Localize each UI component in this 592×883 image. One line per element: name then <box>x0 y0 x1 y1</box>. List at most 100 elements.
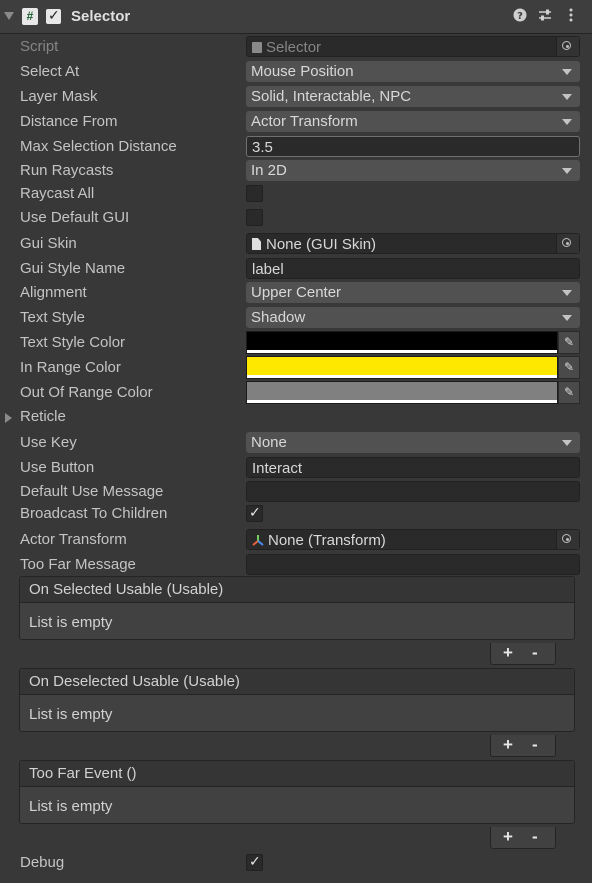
debug-label: Debug <box>20 854 65 871</box>
actor-transform-label: Actor Transform <box>20 531 127 548</box>
list-add-remove: + - <box>490 827 556 849</box>
list-add-remove: + - <box>490 643 556 665</box>
in-range-color-label: In Range Color <box>20 359 121 376</box>
select-at-value: Mouse Position <box>251 63 354 80</box>
dropdown-arrow-icon <box>562 94 572 100</box>
svg-text:?: ? <box>517 11 523 22</box>
max-selection-distance-row: Max Selection Distance 3.5 <box>0 135 592 159</box>
object-picker-icon[interactable] <box>556 234 579 253</box>
max-selection-distance-input[interactable]: 3.5 <box>246 136 580 157</box>
select-at-label: Select At <box>20 63 80 80</box>
reticle-label: Reticle <box>20 408 66 425</box>
too-far-message-input[interactable] <box>246 554 580 575</box>
use-key-row: Use Key None <box>0 431 592 455</box>
text-style-label: Text Style <box>20 309 86 326</box>
event-title: On Deselected Usable (Usable) <box>29 673 240 690</box>
add-button[interactable]: + <box>503 643 513 663</box>
use-default-gui-checkbox[interactable] <box>246 209 263 226</box>
text-style-dropdown[interactable]: Shadow <box>246 307 580 328</box>
use-button-input[interactable]: Interact <box>246 457 580 478</box>
object-picker-icon[interactable] <box>556 530 579 549</box>
foldout-arrow-icon[interactable] <box>5 413 12 423</box>
alignment-dropdown[interactable]: Upper Center <box>246 282 580 303</box>
kebab-menu-icon[interactable] <box>563 8 579 24</box>
gui-style-name-input[interactable]: label <box>246 258 580 279</box>
event-title: Too Far Event () <box>29 765 137 782</box>
remove-button[interactable]: - <box>532 643 538 663</box>
actor-transform-row: Actor Transform None (Transform) <box>0 528 592 552</box>
eyedropper-icon[interactable]: ✎ <box>558 381 580 404</box>
on-selected-usable-event: On Selected Usable (Usable) List is empt… <box>19 576 575 640</box>
component-header: # ✓ Selector ? <box>0 0 592 34</box>
alpha-bar <box>247 375 557 378</box>
alpha-bar <box>247 400 557 403</box>
out-of-range-color-label: Out Of Range Color <box>20 384 153 401</box>
broadcast-to-children-checkbox[interactable] <box>246 504 263 522</box>
add-button[interactable]: + <box>503 735 513 755</box>
script-row: Script Selector <box>0 35 592 59</box>
default-use-message-input[interactable] <box>246 481 580 502</box>
gui-style-name-label: Gui Style Name <box>20 260 126 277</box>
text-style-value: Shadow <box>251 309 306 326</box>
alignment-value: Upper Center <box>251 284 342 301</box>
dropdown-arrow-icon <box>562 290 572 296</box>
script-field[interactable]: Selector <box>246 36 580 57</box>
collapse-arrow-icon[interactable] <box>4 12 14 20</box>
layer-mask-dropdown[interactable]: Solid, Interactable, NPC <box>246 86 580 107</box>
run-raycasts-value: In 2D <box>251 162 287 179</box>
select-at-row: Select At Mouse Position <box>0 60 592 84</box>
dropdown-arrow-icon <box>562 440 572 446</box>
alpha-bar <box>247 350 557 353</box>
in-range-color-row: In Range Color ✎ <box>0 356 592 380</box>
layer-mask-label: Layer Mask <box>20 88 98 105</box>
add-button[interactable]: + <box>503 827 513 847</box>
transform-icon <box>252 531 264 552</box>
default-use-message-row: Default Use Message <box>0 480 592 504</box>
distance-from-dropdown[interactable]: Actor Transform <box>246 111 580 132</box>
use-default-gui-row: Use Default GUI <box>0 206 592 230</box>
event-empty-text: List is empty <box>29 706 113 723</box>
eyedropper-icon[interactable]: ✎ <box>558 356 580 379</box>
raycast-all-label: Raycast All <box>20 185 95 202</box>
run-raycasts-row: Run Raycasts In 2D <box>0 159 592 183</box>
actor-transform-field[interactable]: None (Transform) <box>246 529 580 550</box>
select-at-dropdown[interactable]: Mouse Position <box>246 61 580 82</box>
run-raycasts-label: Run Raycasts <box>20 162 114 179</box>
in-range-color-swatch[interactable] <box>246 356 558 379</box>
remove-button[interactable]: - <box>532 827 538 847</box>
preset-icon[interactable] <box>537 8 553 24</box>
use-default-gui-label: Use Default GUI <box>20 209 130 226</box>
eyedropper-icon[interactable]: ✎ <box>558 331 580 354</box>
alignment-row: Alignment Upper Center <box>0 281 592 305</box>
event-empty-text: List is empty <box>29 798 113 815</box>
debug-checkbox[interactable] <box>246 853 263 871</box>
dropdown-arrow-icon <box>562 315 572 321</box>
remove-button[interactable]: - <box>532 735 538 755</box>
gui-skin-field[interactable]: None (GUI Skin) <box>246 233 580 254</box>
default-use-message-label: Default Use Message <box>20 483 164 500</box>
distance-from-label: Distance From <box>20 113 118 130</box>
run-raycasts-dropdown[interactable]: In 2D <box>246 160 580 181</box>
alignment-label: Alignment <box>20 284 87 301</box>
script-value: Selector <box>266 39 322 56</box>
text-style-row: Text Style Shadow <box>0 306 592 330</box>
distance-from-value: Actor Transform <box>251 113 358 130</box>
script-label: Script <box>20 38 59 55</box>
raycast-all-checkbox[interactable] <box>246 185 263 202</box>
help-icon[interactable]: ? <box>512 8 528 24</box>
text-style-color-row: Text Style Color ✎ <box>0 331 592 355</box>
component-title: Selector <box>71 8 131 25</box>
component-enabled-checkbox[interactable]: ✓ <box>46 7 61 24</box>
layer-mask-row: Layer Mask Solid, Interactable, NPC <box>0 85 592 109</box>
use-key-dropdown[interactable]: None <box>246 432 580 453</box>
object-picker-icon[interactable] <box>556 37 579 56</box>
text-style-color-swatch[interactable] <box>246 331 558 354</box>
out-of-range-color-swatch[interactable] <box>246 381 558 404</box>
layer-mask-value: Solid, Interactable, NPC <box>251 88 412 105</box>
reticle-foldout[interactable]: Reticle <box>0 405 592 429</box>
too-far-event: Too Far Event () List is empty <box>19 760 575 824</box>
broadcast-to-children-label: Broadcast To Children <box>20 505 168 522</box>
event-header: On Deselected Usable (Usable) <box>20 669 574 695</box>
file-icon <box>252 238 261 250</box>
dropdown-arrow-icon <box>562 69 572 75</box>
